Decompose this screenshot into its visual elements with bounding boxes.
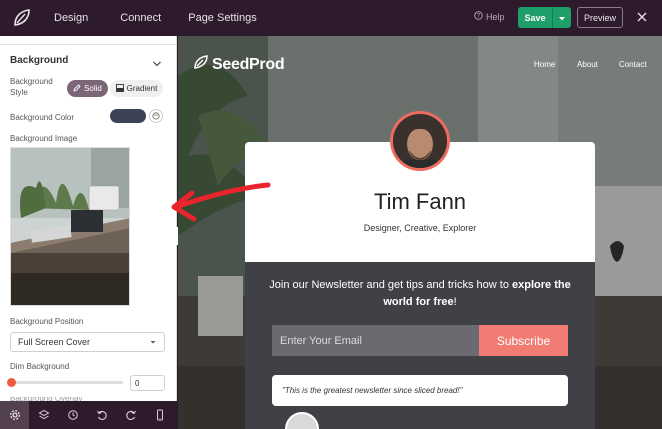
dim-bg-input[interactable]: 0 bbox=[130, 375, 165, 391]
layers-icon[interactable] bbox=[29, 401, 58, 429]
chevron-down-icon bbox=[558, 9, 566, 27]
close-icon[interactable] bbox=[634, 9, 650, 25]
style-solid-button[interactable]: Solid bbox=[67, 80, 108, 97]
save-button-group: Save bbox=[518, 7, 571, 28]
redo-icon[interactable] bbox=[116, 401, 145, 429]
style-solid-label: Solid bbox=[84, 84, 102, 93]
promo-end: ! bbox=[453, 296, 457, 308]
bg-color-label: Background Color bbox=[10, 113, 75, 122]
profile-avatar bbox=[390, 111, 450, 171]
seedprod-logo-icon[interactable] bbox=[8, 4, 36, 32]
settings-panel: Background Background Style Solid Gradie… bbox=[0, 36, 177, 401]
help-label: Help bbox=[486, 11, 505, 22]
avatar-photo bbox=[393, 114, 447, 168]
brand-name: SeedProd bbox=[212, 56, 285, 73]
mobile-preview-icon[interactable] bbox=[145, 401, 174, 429]
page-preview: SeedProd Home About Contact Tim Fann Des… bbox=[178, 36, 662, 429]
bg-image-thumbnail[interactable] bbox=[10, 147, 130, 306]
history-icon[interactable] bbox=[58, 401, 87, 429]
seedprod-logo-icon bbox=[194, 55, 208, 75]
nav-page-settings[interactable]: Page Settings bbox=[188, 12, 257, 24]
site-logo[interactable]: SeedProd bbox=[194, 55, 285, 75]
bg-position-label: Background Position bbox=[10, 317, 84, 326]
nav-connect[interactable]: Connect bbox=[120, 12, 161, 24]
menu-contact[interactable]: Contact bbox=[619, 60, 647, 69]
pencil-icon bbox=[73, 83, 81, 94]
subscribe-button[interactable]: Subscribe bbox=[479, 325, 568, 356]
save-options-button[interactable] bbox=[553, 7, 571, 28]
nav-design[interactable]: Design bbox=[54, 12, 88, 24]
bg-color-swatch[interactable] bbox=[110, 109, 146, 123]
palette-icon[interactable] bbox=[149, 109, 163, 123]
bg-position-select[interactable]: Full Screen Cover bbox=[10, 332, 165, 352]
newsletter-section: Join our Newsletter and get tips and tri… bbox=[245, 262, 595, 429]
profile-name: Tim Fann bbox=[373, 189, 467, 214]
testimonial-avatar bbox=[285, 412, 319, 429]
chevron-down-icon[interactable] bbox=[152, 55, 162, 73]
bg-image-label: Background Image bbox=[10, 134, 78, 143]
divider bbox=[0, 44, 176, 45]
profile-card: Tim Fann Designer, Creative, Explorer Jo… bbox=[245, 142, 595, 429]
undo-icon[interactable] bbox=[87, 401, 116, 429]
annotation-arrow-icon bbox=[171, 182, 271, 222]
menu-home[interactable]: Home bbox=[534, 60, 555, 69]
bg-style-label: Background Style bbox=[10, 77, 53, 97]
slider-handle[interactable] bbox=[7, 378, 16, 387]
newsletter-text: Join our Newsletter and get tips and tri… bbox=[265, 277, 575, 311]
dim-bg-label: Dim Background bbox=[10, 362, 70, 371]
section-title: Background bbox=[10, 55, 69, 66]
settings-icon[interactable] bbox=[0, 401, 29, 429]
preview-button[interactable]: Preview bbox=[577, 7, 623, 28]
testimonial-quote: "This is the greatest newsletter since s… bbox=[272, 375, 568, 406]
style-gradient-button[interactable]: Gradient bbox=[110, 80, 163, 97]
style-gradient-label: Gradient bbox=[126, 84, 158, 93]
save-button[interactable]: Save bbox=[518, 7, 553, 28]
promo-text: Join our Newsletter and get tips and tri… bbox=[269, 279, 513, 291]
dim-bg-slider[interactable] bbox=[7, 378, 123, 387]
chevron-down-icon bbox=[149, 338, 157, 348]
help-link[interactable]: ? Help bbox=[474, 11, 505, 22]
menu-about[interactable]: About bbox=[577, 60, 598, 69]
help-icon: ? bbox=[474, 11, 483, 22]
gradient-icon bbox=[115, 83, 124, 94]
bottom-toolbar bbox=[0, 401, 177, 429]
email-input[interactable]: Enter Your Email bbox=[272, 325, 479, 356]
bg-position-value: Full Screen Cover bbox=[18, 337, 91, 347]
profile-tagline: Designer, Creative, Explorer bbox=[363, 223, 477, 233]
